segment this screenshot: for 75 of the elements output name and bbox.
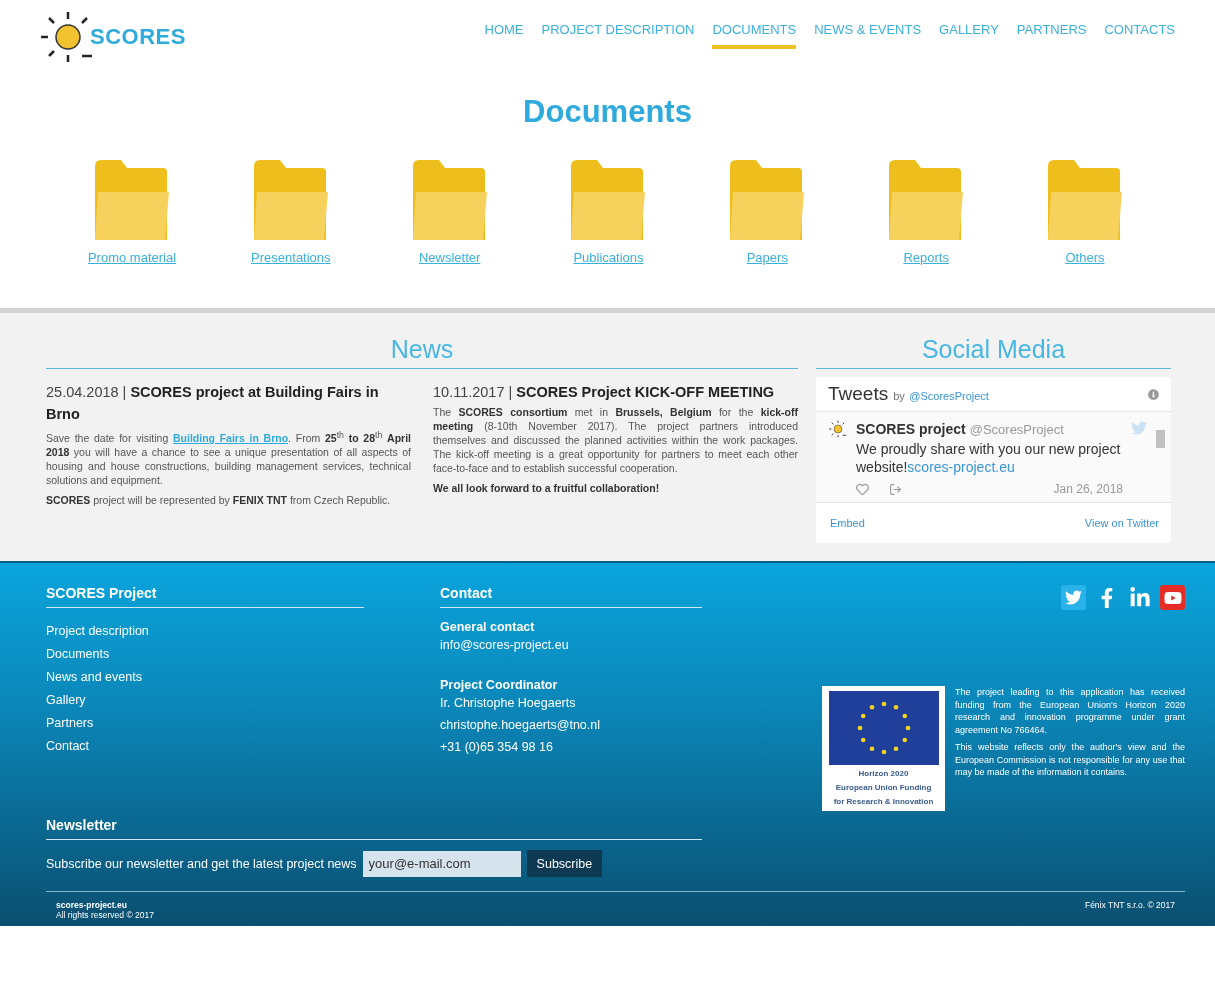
handle-link[interactable]: @ScoresProject — [909, 390, 989, 402]
news-heading: 25.04.2018 | SCORES project at Building Fairs in Brno — [46, 383, 380, 424]
section-title: News — [46, 335, 798, 369]
nav-link[interactable]: NEWS & EVENTS — [814, 22, 922, 49]
contact-line: christophe.hoegaerts@tno.nl — [440, 717, 601, 734]
contact-line: +31 (0)65 354 98 16 — [440, 739, 554, 756]
nav-link[interactable]: DOCUMENTS — [712, 22, 797, 49]
footer-heading: Newsletter — [46, 817, 702, 840]
news-heading: 10.11.2017 | SCORES Project KICK-OFF MEETING — [433, 383, 776, 402]
footer-heading: SCORES Project — [46, 585, 364, 608]
bird-icon — [1131, 420, 1147, 436]
footer-link[interactable]: Documents — [46, 643, 364, 666]
email-field[interactable]: your@e-mail.com — [362, 850, 521, 877]
page-title: Documents — [522, 94, 693, 130]
news-paragraph: SCORES project will be represented by FENIX TNT from Czech Republic. — [46, 492, 392, 507]
heart-icon[interactable] — [856, 482, 869, 496]
newsletter-text: Subscribe our newsletter and get the latest project news — [46, 856, 357, 871]
news-paragraph: We all look forward to a fruitful collaboration! — [433, 481, 661, 495]
company-text: Fénix TNT s.r.o. © 2017 — [1084, 900, 1175, 912]
funding-text: The project leading to this application has received funding from the European Union's Horizon 2020 research and innovation programme under grant agreement No 766464. — [955, 686, 1185, 736]
nav-link[interactable]: CONTACTS — [1104, 22, 1175, 49]
folder-link[interactable]: Papers — [746, 250, 788, 265]
nav-link[interactable]: PROJECT DESCRIPTION — [541, 22, 695, 49]
nav-link[interactable]: HOME — [484, 22, 524, 49]
folder-link[interactable]: Others — [1065, 250, 1105, 265]
tweet-handle: @ScoresProject — [969, 422, 1064, 437]
folder-link[interactable]: Presentations — [251, 250, 331, 265]
contact-label: Project Coordinator — [440, 678, 559, 692]
tweet-author: SCORES project — [856, 421, 966, 437]
folder-icon[interactable] — [889, 160, 964, 240]
twitter-icon[interactable] — [1061, 585, 1086, 610]
news-paragraph: The SCORES consortium met in Brussels, Belgium for the kick-off meeting (8-10th November 2017). The project partners introduced themselves and discussed the planned activities within the work packages. The kick-off meeting is a great opportunity for partners to meet each other face-to-face and to establish successful cooperation. — [433, 405, 798, 475]
funding-text: This website reflects only the author's view and the European Commission is not responsible for any use that may be made of the information it contains. — [955, 741, 1185, 779]
contact-line: info@scores-project.eu — [440, 637, 570, 654]
avatar-icon — [828, 420, 848, 438]
footer-link[interactable]: Partners — [46, 712, 364, 735]
embed-link[interactable]: Embed — [830, 517, 865, 529]
site-name: scores-project.eu — [56, 900, 128, 910]
folder-icon[interactable] — [412, 160, 487, 240]
folder-link[interactable]: Publications — [573, 250, 644, 265]
tweet-date: Jan 26, 2018 — [1053, 482, 1123, 496]
logo-text[interactable]: SCORES — [90, 24, 186, 50]
footer-link[interactable]: Contact — [46, 735, 364, 758]
tweet-text: We proudly share with you our new project website!scores-project.eu — [856, 440, 1122, 476]
share-icon[interactable] — [889, 482, 902, 496]
contact-line: Ir. Christophe Hoegaerts — [440, 695, 577, 712]
subscribe-button[interactable]: Subscribe — [526, 850, 603, 877]
section-title: Social Media — [816, 335, 1171, 369]
by-label: by — [893, 390, 905, 402]
folder-icon[interactable] — [571, 160, 646, 240]
footer-link[interactable]: Project description — [46, 620, 364, 643]
widget-title: Tweets — [828, 383, 889, 404]
eu-caption: Horizon 2020 — [858, 769, 909, 779]
folder-link[interactable]: Newsletter — [418, 250, 481, 265]
folder-icon[interactable] — [730, 160, 805, 240]
nav-link[interactable]: PARTNERS — [1016, 22, 1087, 49]
info-icon[interactable] — [1148, 388, 1159, 400]
rights-text: All rights reserved © 2017 — [56, 910, 154, 920]
view-on-twitter-link[interactable]: View on Twitter — [1084, 517, 1159, 529]
footer-link[interactable]: News and events — [46, 666, 364, 689]
eu-caption: for Research & Innovation — [833, 797, 934, 807]
folder-link[interactable]: Reports — [903, 250, 949, 265]
eu-caption: European Union Funding — [835, 783, 932, 793]
folder-icon[interactable] — [253, 160, 328, 240]
folder-icon[interactable] — [1047, 160, 1122, 240]
youtube-icon[interactable] — [1160, 585, 1185, 610]
eu-flag-icon — [828, 691, 939, 765]
footer-link[interactable]: Gallery — [46, 689, 364, 712]
tweet-link[interactable]: scores-project.eu — [907, 459, 1015, 475]
folder-icon[interactable] — [95, 160, 169, 240]
footer-heading: Contact — [440, 585, 702, 608]
nav-link[interactable]: GALLERY — [939, 22, 999, 49]
contact-label: General contact — [440, 620, 536, 634]
folder-link[interactable]: Promo material — [87, 250, 177, 265]
news-paragraph: Save the date for visiting Building Fairs in Brno. From 25$^{th}$ to 28$^{th}$ April 2018 you will have a chance to see a unique presentation of all aspects of housing and house constructions, building management services, technical solutions and equipment. — [46, 428, 411, 487]
